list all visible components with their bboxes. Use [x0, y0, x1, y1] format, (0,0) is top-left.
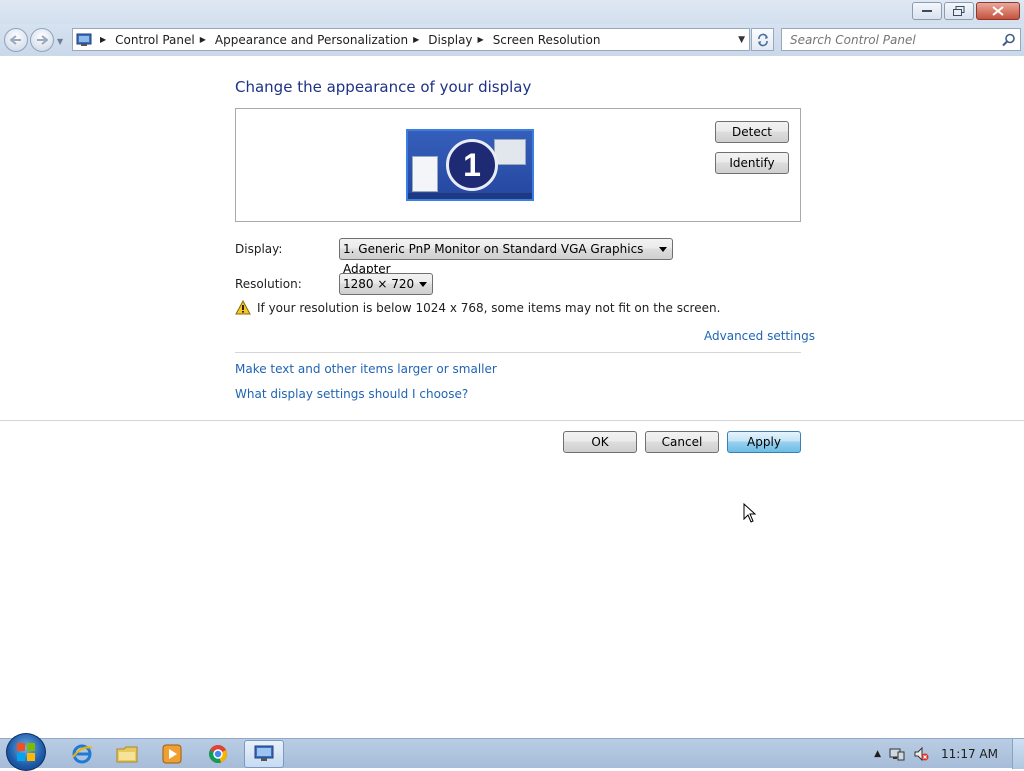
clock[interactable]: 11:17 AM	[941, 747, 998, 761]
page-title: Change the appearance of your display	[235, 78, 532, 96]
taskbar-windows-explorer[interactable]	[107, 740, 147, 768]
apply-button[interactable]: Apply	[727, 431, 801, 453]
breadcrumb-separator-root[interactable]: ▶	[95, 35, 115, 44]
volume-muted-icon[interactable]	[913, 746, 929, 762]
search-icon[interactable]	[1002, 33, 1016, 47]
show-hidden-icons-button[interactable]: ▲	[874, 749, 881, 759]
address-bar[interactable]: ▶ Control Panel ▶ Appearance and Personal…	[72, 28, 750, 51]
taskbar-internet-explorer[interactable]	[62, 740, 102, 768]
system-tray: ▲ 11:17 AM	[874, 739, 1024, 769]
resolution-select-value: 1280 × 720	[343, 277, 415, 291]
taskbar-media-player[interactable]	[152, 740, 192, 768]
ok-button[interactable]: OK	[563, 431, 637, 453]
warning-text: If your resolution is below 1024 x 768, …	[257, 300, 721, 315]
media-player-icon	[162, 744, 182, 764]
show-desktop-button[interactable]	[1012, 739, 1024, 769]
back-button[interactable]	[4, 28, 28, 52]
restore-button[interactable]	[944, 2, 974, 20]
minimize-icon	[922, 10, 932, 12]
text-size-link[interactable]: Make text and other items larger or smal…	[235, 362, 497, 376]
refresh-button[interactable]	[751, 28, 774, 51]
minimize-button[interactable]	[912, 2, 942, 20]
window-caption-buttons	[912, 2, 1020, 20]
forward-arrow-icon	[37, 35, 48, 45]
resolution-label: Resolution:	[235, 277, 302, 291]
cancel-button[interactable]: Cancel	[645, 431, 719, 453]
close-icon	[992, 6, 1004, 16]
restore-icon	[953, 6, 965, 16]
windows-logo-icon	[17, 743, 35, 761]
address-history-dropdown[interactable]: ▼	[738, 35, 745, 45]
advanced-settings-link[interactable]: Advanced settings	[704, 329, 815, 343]
close-button[interactable]	[976, 2, 1020, 20]
navigation-bar: ▼ ▶ Control Panel ▶ Appearance and Person…	[0, 24, 1024, 56]
display-settings-icon	[254, 745, 274, 761]
display-label: Display:	[235, 242, 283, 256]
control-panel-icon	[73, 29, 95, 50]
monitor-number: 1	[446, 139, 498, 191]
chevron-down-icon	[419, 282, 427, 287]
internet-explorer-icon	[72, 744, 93, 764]
display-select-value: 1. Generic PnP Monitor on Standard VGA G…	[343, 242, 644, 276]
taskbar-control-panel[interactable]	[244, 740, 284, 768]
breadcrumb-screen-resolution[interactable]: Screen Resolution	[493, 33, 601, 47]
monitor-1-thumbnail[interactable]: 1	[406, 129, 534, 201]
warning-icon	[235, 300, 251, 315]
recent-pages-dropdown[interactable]: ▼	[57, 37, 65, 46]
breadcrumb-appearance[interactable]: Appearance and Personalization ▶	[215, 33, 428, 47]
display-settings-help-link[interactable]: What display settings should I choose?	[235, 387, 468, 401]
breadcrumb-display[interactable]: Display ▶	[428, 33, 492, 47]
title-bar	[0, 0, 1024, 24]
chevron-down-icon	[659, 247, 667, 252]
taskbar-chrome[interactable]	[198, 740, 238, 768]
footer-divider	[0, 420, 1024, 421]
folder-icon	[116, 746, 138, 763]
breadcrumb-control-panel[interactable]: Control Panel ▶	[115, 33, 215, 47]
resolution-warning: If your resolution is below 1024 x 768, …	[235, 300, 720, 315]
search-input[interactable]	[790, 32, 1000, 47]
search-box[interactable]	[781, 28, 1021, 51]
main-content: Change the appearance of your display 1 …	[0, 56, 1024, 738]
detect-button[interactable]: Detect	[715, 121, 789, 143]
taskbar: ▲ 11:17 AM	[0, 733, 1024, 771]
network-icon[interactable]	[889, 746, 905, 762]
mouse-cursor-icon	[743, 503, 757, 523]
forward-button[interactable]	[30, 28, 54, 52]
refresh-icon	[757, 33, 768, 46]
identify-button[interactable]: Identify	[715, 152, 789, 174]
chrome-icon	[209, 745, 227, 763]
display-select[interactable]: 1. Generic PnP Monitor on Standard VGA G…	[339, 238, 673, 276]
monitor-arrangement-panel: 1 Detect Identify	[235, 108, 801, 222]
divider	[235, 352, 801, 353]
start-button[interactable]	[6, 733, 46, 771]
back-arrow-icon	[10, 35, 21, 45]
resolution-select[interactable]: 1280 × 720	[339, 273, 433, 295]
